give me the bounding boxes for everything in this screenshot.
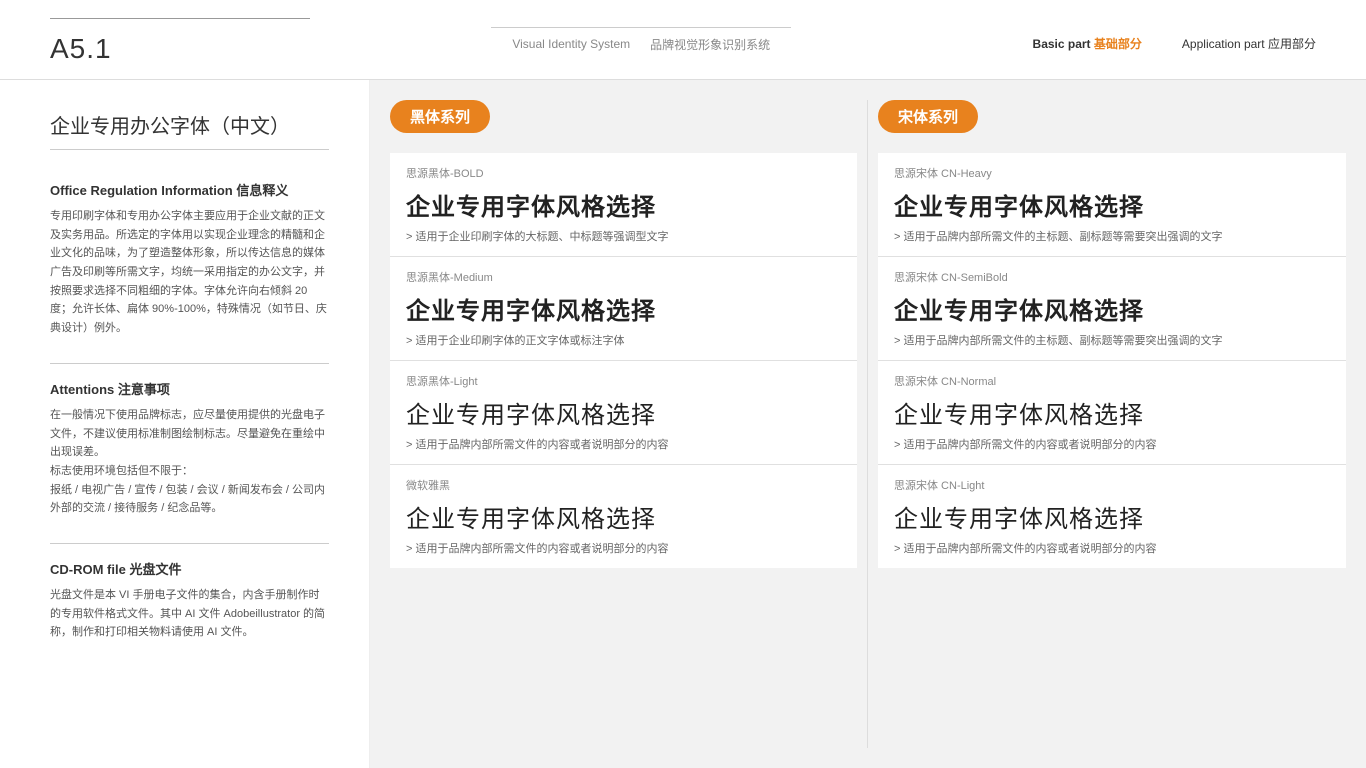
header-center-titles: Visual Identity System 品牌视觉形象识别系统 [512,36,770,53]
font-item-songti-normal: 思源宋体 CN-Normal 企业专用字体风格选择 > 适用于品牌内部所需文件的… [878,361,1346,465]
songti-light-name: 思源宋体 CN-Light [894,477,1330,493]
songti-heavy-display: 企业专用字体风格选择 [894,187,1330,222]
header-center: Visual Identity System 品牌视觉形象识别系统 [250,27,1033,53]
header-right: Basic part 基础部分 Application part 应用部分 [1033,27,1316,52]
heiti-column: 黑体系列 思源黑体-BOLD 企业专用字体风格选择 > 适用于企业印刷字体的大标… [390,100,868,748]
weihei-display: 企业专用字体风格选择 [406,499,841,534]
heiti-bold-name: 思源黑体-BOLD [406,165,841,181]
header-center-line [491,27,791,28]
songti-heavy-name: 思源宋体 CN-Heavy [894,165,1330,181]
songti-normal-display: 企业专用字体风格选择 [894,395,1330,430]
songti-light-display: 企业专用字体风格选择 [894,499,1330,534]
heiti-medium-desc: > 适用于企业印刷字体的正文字体或标注字体 [406,332,841,348]
content-area: 黑体系列 思源黑体-BOLD 企业专用字体风格选择 > 适用于企业印刷字体的大标… [370,80,1366,768]
heiti-light-desc: > 适用于品牌内部所需文件的内容或者说明部分的内容 [406,436,841,452]
font-item-songti-semibold: 思源宋体 CN-SemiBold 企业专用字体风格选择 > 适用于品牌内部所需文… [878,257,1346,361]
office-section-text: 专用印刷字体和专用办公字体主要应用于企业文献的正文及实务用品。所选定的字体用以实… [50,207,329,338]
font-item-heiti-medium: 思源黑体-Medium 企业专用字体风格选择 > 适用于企业印刷字体的正文字体或… [390,257,857,361]
nav-basic[interactable]: Basic part 基础部分 [1033,35,1142,52]
heiti-category-label: 黑体系列 [390,100,490,133]
header-nav: Basic part 基础部分 Application part 应用部分 [1033,35,1316,52]
page-number: A5.1 [50,33,250,65]
font-item-heiti-bold: 思源黑体-BOLD 企业专用字体风格选择 > 适用于企业印刷字体的大标题、中标题… [390,153,857,257]
heiti-light-display: 企业专用字体风格选择 [406,395,841,430]
songti-column: 宋体系列 思源宋体 CN-Heavy 企业专用字体风格选择 > 适用于品牌内部所… [868,100,1346,748]
songti-category-label: 宋体系列 [878,100,978,133]
songti-light-desc: > 适用于品牌内部所需文件的内容或者说明部分的内容 [894,540,1330,556]
office-section-title: Office Regulation Information 信息释义 [50,180,329,199]
cdrom-section-text: 光盘文件是本 VI 手册电子文件的集合，内含手册制作时的专用软件格式文件。其中 … [50,586,329,642]
cdrom-section-title: CD-ROM file 光盘文件 [50,559,329,578]
vis-identity-title: Visual Identity System [512,37,630,51]
sidebar-title: 企业专用办公字体（中文） [50,110,329,150]
vis-identity-cn: 品牌视觉形象识别系统 [650,36,770,53]
sidebar-section-cdrom: CD-ROM file 光盘文件 光盘文件是本 VI 手册电子文件的集合，内含手… [50,559,329,642]
attentions-section-title: Attentions 注意事项 [50,379,329,398]
sidebar-divider-1 [50,363,329,364]
heiti-medium-name: 思源黑体-Medium [406,269,841,285]
songti-semibold-desc: > 适用于品牌内部所需文件的主标题、副标题等需要突出强调的文字 [894,332,1330,348]
songti-normal-desc: > 适用于品牌内部所需文件的内容或者说明部分的内容 [894,436,1330,452]
attentions-section-text: 在一般情况下使用品牌标志，应尽量使用提供的光盘电子文件，不建议使用标准制图绘制标… [50,406,329,518]
songti-header-row: 宋体系列 [878,100,1346,148]
songti-semibold-name: 思源宋体 CN-SemiBold [894,269,1330,285]
sidebar: 企业专用办公字体（中文） Office Regulation Informati… [0,80,370,768]
sidebar-section-office: Office Regulation Information 信息释义 专用印刷字… [50,180,329,338]
font-item-heiti-light: 思源黑体-Light 企业专用字体风格选择 > 适用于品牌内部所需文件的内容或者… [390,361,857,465]
heiti-bold-desc: > 适用于企业印刷字体的大标题、中标题等强调型文字 [406,228,841,244]
heiti-light-name: 思源黑体-Light [406,373,841,389]
header-left: A5.1 [50,15,250,65]
font-item-songti-heavy: 思源宋体 CN-Heavy 企业专用字体风格选择 > 适用于品牌内部所需文件的主… [878,153,1346,257]
sidebar-section-attentions: Attentions 注意事项 在一般情况下使用品牌标志，应尽量使用提供的光盘电… [50,379,329,518]
font-item-weihei: 微软雅黑 企业专用字体风格选择 > 适用于品牌内部所需文件的内容或者说明部分的内… [390,465,857,568]
header-top-line [50,18,310,19]
content-grid: 黑体系列 思源黑体-BOLD 企业专用字体风格选择 > 适用于企业印刷字体的大标… [390,100,1346,748]
songti-semibold-display: 企业专用字体风格选择 [894,291,1330,326]
font-item-songti-light: 思源宋体 CN-Light 企业专用字体风格选择 > 适用于品牌内部所需文件的内… [878,465,1346,568]
songti-heavy-desc: > 适用于品牌内部所需文件的主标题、副标题等需要突出强调的文字 [894,228,1330,244]
sidebar-divider-2 [50,543,329,544]
songti-normal-name: 思源宋体 CN-Normal [894,373,1330,389]
heiti-medium-display: 企业专用字体风格选择 [406,291,841,326]
header: A5.1 Visual Identity System 品牌视觉形象识别系统 B… [0,0,1366,80]
weihei-desc: > 适用于品牌内部所需文件的内容或者说明部分的内容 [406,540,841,556]
nav-application[interactable]: Application part 应用部分 [1182,35,1316,52]
heiti-bold-display: 企业专用字体风格选择 [406,187,841,222]
weihei-name: 微软雅黑 [406,477,841,493]
main-layout: 企业专用办公字体（中文） Office Regulation Informati… [0,80,1366,768]
heiti-header-row: 黑体系列 [390,100,857,148]
